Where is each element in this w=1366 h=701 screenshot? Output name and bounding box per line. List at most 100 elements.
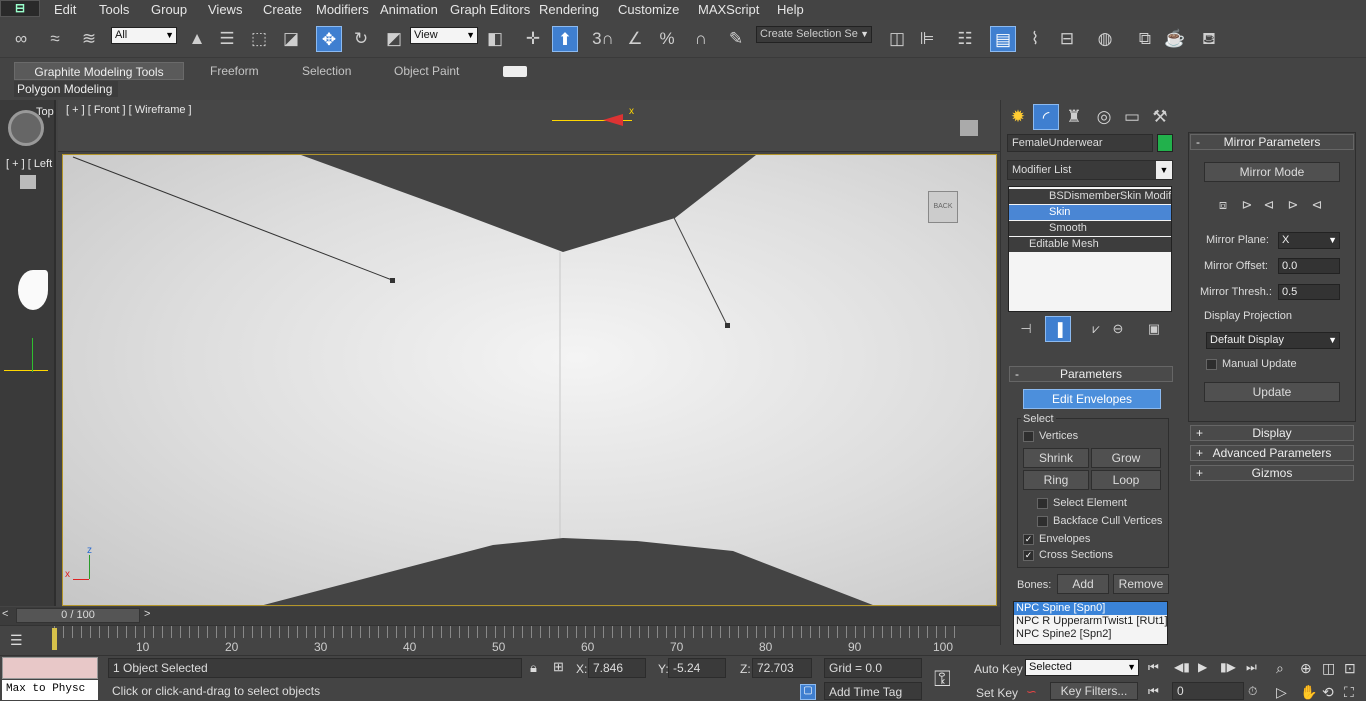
create-tab-icon[interactable]: ✹ xyxy=(1005,104,1031,130)
graphite-toggle-icon[interactable]: ▤ xyxy=(990,26,1016,52)
render-setup-icon[interactable]: ⧉ xyxy=(1132,26,1158,52)
keyboard-shortcut-override-icon[interactable]: ⬆ xyxy=(552,26,578,52)
slider-next-icon[interactable]: > xyxy=(144,608,150,620)
shrink-button[interactable]: Shrink xyxy=(1023,448,1089,468)
polygon-modeling-panel[interactable]: Polygon Modeling xyxy=(14,81,118,97)
top-viewport[interactable]: [ + ] [ Front ] [ Wireframe ] x xyxy=(58,100,1000,152)
display-projection-dropdown[interactable]: Default Display ▼ xyxy=(1206,332,1340,349)
set-keys-icon[interactable]: ∽ xyxy=(1026,684,1037,700)
top-viewcube-box-icon[interactable] xyxy=(960,120,978,136)
menu-customize[interactable]: Customize xyxy=(618,2,679,17)
envelopes-checkbox[interactable]: ✓ xyxy=(1023,534,1034,545)
menu-graph-editors[interactable]: Graph Editors xyxy=(450,2,530,17)
menu-group[interactable]: Group xyxy=(151,2,187,17)
pan-view-icon[interactable]: ✋ xyxy=(1300,684,1317,701)
bones-list[interactable]: NPC Spine [Spn0] NPC R UpperarmTwist1 [R… xyxy=(1013,601,1168,645)
viewcube-icon[interactable]: BACK xyxy=(928,191,958,223)
material-editor-icon[interactable]: ◍ xyxy=(1092,26,1118,52)
render-production-icon[interactable]: ⛾ xyxy=(1196,26,1222,52)
mirror-selected-icon[interactable]: ⧈ xyxy=(1210,192,1236,218)
zoom-all-icon[interactable]: ⊕ xyxy=(1300,660,1312,677)
select-by-name-icon[interactable]: ☰ xyxy=(214,26,240,52)
time-slider[interactable]: < 0 / 100 > xyxy=(0,607,1000,625)
application-button[interactable]: ⊟ xyxy=(0,0,40,17)
named-selection-set-dropdown[interactable]: Create Selection Se ▼ xyxy=(756,26,872,43)
menu-rendering[interactable]: Rendering xyxy=(539,2,599,17)
rendered-frame-icon[interactable]: ☕ xyxy=(1162,26,1188,52)
hierarchy-tab-icon[interactable]: ♜ xyxy=(1061,104,1087,130)
paste-blue-to-green-verts-icon[interactable]: ⊲ xyxy=(1304,192,1330,218)
spinner-snap-icon[interactable]: ∩ xyxy=(688,26,714,52)
paste-green-to-blue-verts-icon[interactable]: ⊳ xyxy=(1280,192,1306,218)
unlink-icon[interactable]: ≈ xyxy=(42,26,68,52)
rectangular-selection-icon[interactable]: ⬚ xyxy=(246,26,272,52)
curve-editor-icon[interactable]: ⌇ xyxy=(1022,26,1048,52)
absolute-mode-icon[interactable]: ⊞ xyxy=(553,659,564,675)
field-of-view-icon[interactable]: ▷ xyxy=(1276,684,1287,701)
set-key-mode-icon[interactable]: ⚿ xyxy=(934,666,951,692)
previous-frame-icon[interactable]: ◀▮ xyxy=(1174,660,1190,674)
selection-filter-dropdown[interactable]: All ▼ xyxy=(111,27,177,44)
next-frame-icon[interactable]: ▮▶ xyxy=(1220,660,1236,674)
motion-tab-icon[interactable]: ◎ xyxy=(1091,104,1117,130)
paste-blue-to-green-icon[interactable]: ⊲ xyxy=(1256,192,1282,218)
set-key-button[interactable]: Set Key xyxy=(976,686,1018,700)
edit-envelopes-button[interactable]: Edit Envelopes xyxy=(1023,389,1161,409)
add-bone-button[interactable]: Add xyxy=(1057,574,1109,594)
menu-edit[interactable]: Edit xyxy=(54,2,76,17)
x-coord-field[interactable]: 7.846 xyxy=(588,658,646,678)
zoom-extents-icon[interactable]: ◫ xyxy=(1322,660,1335,677)
pin-stack-icon[interactable]: ⊣ xyxy=(1013,316,1039,342)
mirror-icon[interactable]: ◫ xyxy=(884,26,910,52)
cross-sections-checkbox[interactable]: ✓ xyxy=(1023,550,1034,561)
select-manipulate-icon[interactable]: ✛ xyxy=(520,26,546,52)
manual-update-checkbox[interactable] xyxy=(1206,359,1217,370)
select-element-checkbox[interactable] xyxy=(1037,498,1048,509)
tab-object-paint[interactable]: Object Paint xyxy=(394,62,459,80)
mirror-parameters-header[interactable]: - Mirror Parameters xyxy=(1190,134,1354,150)
menu-animation[interactable]: Animation xyxy=(380,2,438,17)
front-viewport[interactable]: BACK z x xyxy=(62,154,997,606)
modify-tab-icon[interactable]: ◜ xyxy=(1033,104,1059,130)
y-coord-field[interactable]: -5.24 xyxy=(668,658,726,678)
select-and-rotate-icon[interactable]: ↻ xyxy=(348,26,374,52)
top-viewport-label[interactable]: Top xyxy=(36,106,54,118)
utilities-tab-icon[interactable]: ⚒ xyxy=(1147,104,1173,130)
bone-item-selected[interactable]: NPC Spine [Spn0] xyxy=(1014,602,1167,615)
maximize-viewport-icon[interactable]: ⛶ xyxy=(1344,684,1354,701)
stack-item-smooth[interactable]: Smooth xyxy=(1009,221,1171,236)
bone-item[interactable]: NPC R UpperarmTwist1 [RUt1] xyxy=(1014,615,1167,628)
ring-button[interactable]: Ring xyxy=(1023,470,1089,490)
mini-curve-editor-icon[interactable]: ☰ xyxy=(10,632,23,649)
menu-create[interactable]: Create xyxy=(263,2,302,17)
go-to-end-icon[interactable]: ⏭ xyxy=(1246,660,1257,675)
auto-key-button[interactable]: Auto Key xyxy=(974,662,1023,676)
bone-item[interactable]: NPC Spine2 [Spn2] xyxy=(1014,628,1167,641)
remove-modifier-icon[interactable]: ⊖ xyxy=(1105,316,1131,342)
schematic-view-icon[interactable]: ⊟ xyxy=(1054,26,1080,52)
percent-snap-icon[interactable]: % xyxy=(654,26,680,52)
menu-modifiers[interactable]: Modifiers xyxy=(316,2,369,17)
pivot-center-icon[interactable]: ◧ xyxy=(482,26,508,52)
key-mode-toggle-icon[interactable]: ⏮ xyxy=(1148,684,1159,699)
zoom-icon[interactable]: ⌕ xyxy=(1276,660,1284,677)
ribbon-options-icon[interactable] xyxy=(503,66,527,77)
menu-tools[interactable]: Tools xyxy=(99,2,129,17)
display-rollout-header[interactable]: + Display xyxy=(1190,425,1354,441)
select-object-icon[interactable]: ▲ xyxy=(184,26,210,52)
display-tab-icon[interactable]: ▭ xyxy=(1119,104,1145,130)
angle-snap-icon[interactable]: ∠ xyxy=(622,26,648,52)
front-viewport-label[interactable]: [ + ] [ Front ] [ Wireframe ] xyxy=(66,104,192,116)
update-button[interactable]: Update xyxy=(1204,382,1340,402)
backface-cull-checkbox[interactable] xyxy=(1037,516,1048,527)
z-coord-field[interactable]: 72.703 xyxy=(752,658,812,678)
select-and-move-icon[interactable]: ✥ xyxy=(316,26,342,52)
play-icon[interactable]: ▶ xyxy=(1198,660,1207,674)
align-icon[interactable]: ⊫ xyxy=(914,26,940,52)
go-to-start-icon[interactable]: ⏮ xyxy=(1148,660,1159,675)
time-configuration-icon[interactable]: ⏱ xyxy=(1248,684,1257,699)
maxscript-mini-listener-input[interactable]: Max to Physc xyxy=(2,680,98,700)
tab-graphite-modeling-tools[interactable]: Graphite Modeling Tools xyxy=(14,62,184,80)
chevron-down-icon[interactable]: ▼ xyxy=(1156,161,1172,179)
zoom-extents-all-icon[interactable]: ⊡ xyxy=(1344,660,1356,677)
